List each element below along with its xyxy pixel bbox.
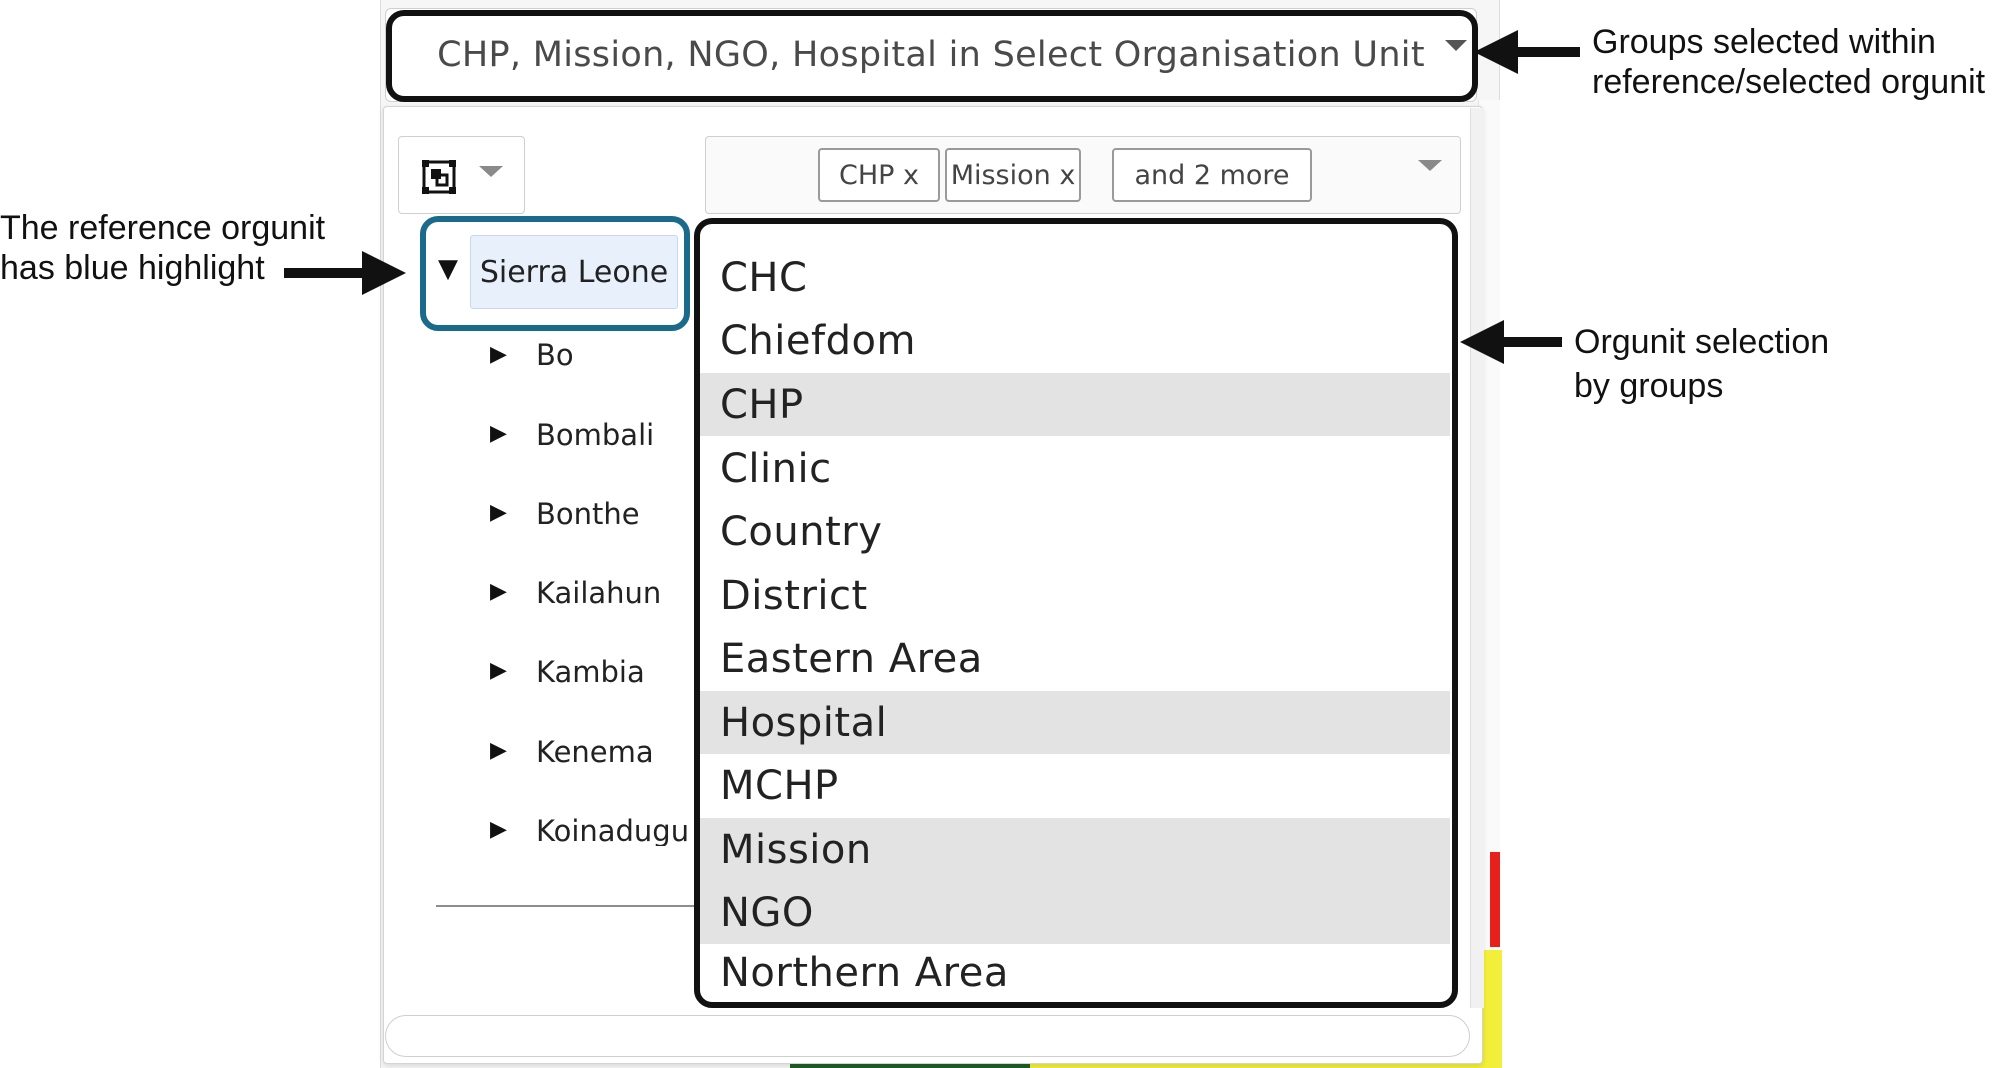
tree-item-bonthe[interactable]: Bonthe [536, 500, 640, 529]
arrow-left-icon [1460, 320, 1504, 364]
expand-triangle-icon[interactable]: ▶ [490, 581, 507, 603]
tree-item-kailahun[interactable]: Kailahun [536, 579, 661, 608]
vertical-scrollbar[interactable] [1470, 108, 1484, 1008]
expand-triangle-icon[interactable]: ▶ [490, 740, 507, 762]
background-red-bar [1490, 852, 1500, 947]
expand-triangle-icon[interactable]: ▶ [490, 344, 507, 366]
annotation-groups-selected-line2: reference/selected orgunit [1592, 63, 1986, 101]
annotation-selection-line1: Orgunit selection [1574, 323, 1830, 361]
chevron-down-icon[interactable] [479, 166, 503, 177]
horizontal-scrollbar[interactable] [385, 1015, 1470, 1057]
annotation-groups-selected-line1: Groups selected within [1592, 23, 1936, 61]
tree-item-kenema[interactable]: Kenema [536, 738, 654, 767]
tree-item-bo[interactable]: Bo [536, 341, 574, 370]
arrow-shaft [284, 268, 364, 278]
level-selector-button[interactable] [398, 136, 525, 214]
group-chip-mission[interactable]: Mission x [945, 148, 1081, 202]
group-chip-chp[interactable]: CHP x [818, 148, 940, 202]
level-icon [422, 160, 456, 194]
callout-box-reference-orgunit [420, 216, 690, 331]
annotation-selection-line2: by groups [1574, 367, 1724, 405]
expand-triangle-icon[interactable]: ▶ [490, 423, 507, 445]
tree-item-kambia[interactable]: Kambia [536, 658, 645, 687]
annotation-reference-line2: has blue highlight [0, 249, 265, 287]
chip-label: CHP x [839, 159, 919, 191]
callout-box-top-select [386, 10, 1478, 102]
callout-box-group-list [694, 218, 1458, 1008]
expand-triangle-icon[interactable]: ▶ [490, 502, 507, 524]
expand-triangle-icon[interactable]: ▶ [490, 660, 507, 682]
chip-label: and 2 more [1134, 159, 1290, 191]
tree-item-koinadugu[interactable]: Koinadugu [536, 817, 696, 846]
annotation-reference-line1: The reference orgunit [0, 209, 326, 247]
group-chip-more[interactable]: and 2 more [1112, 148, 1312, 202]
arrow-left-icon [1474, 30, 1518, 74]
tree-item-bombali[interactable]: Bombali [536, 421, 654, 450]
chevron-down-icon[interactable] [1418, 160, 1442, 171]
chip-label: Mission x [950, 159, 1076, 191]
arrow-shaft [1500, 337, 1562, 347]
arrow-shaft [1514, 47, 1580, 57]
tree-divider [436, 905, 698, 907]
expand-triangle-icon[interactable]: ▶ [490, 819, 507, 841]
arrow-right-icon [362, 251, 406, 295]
